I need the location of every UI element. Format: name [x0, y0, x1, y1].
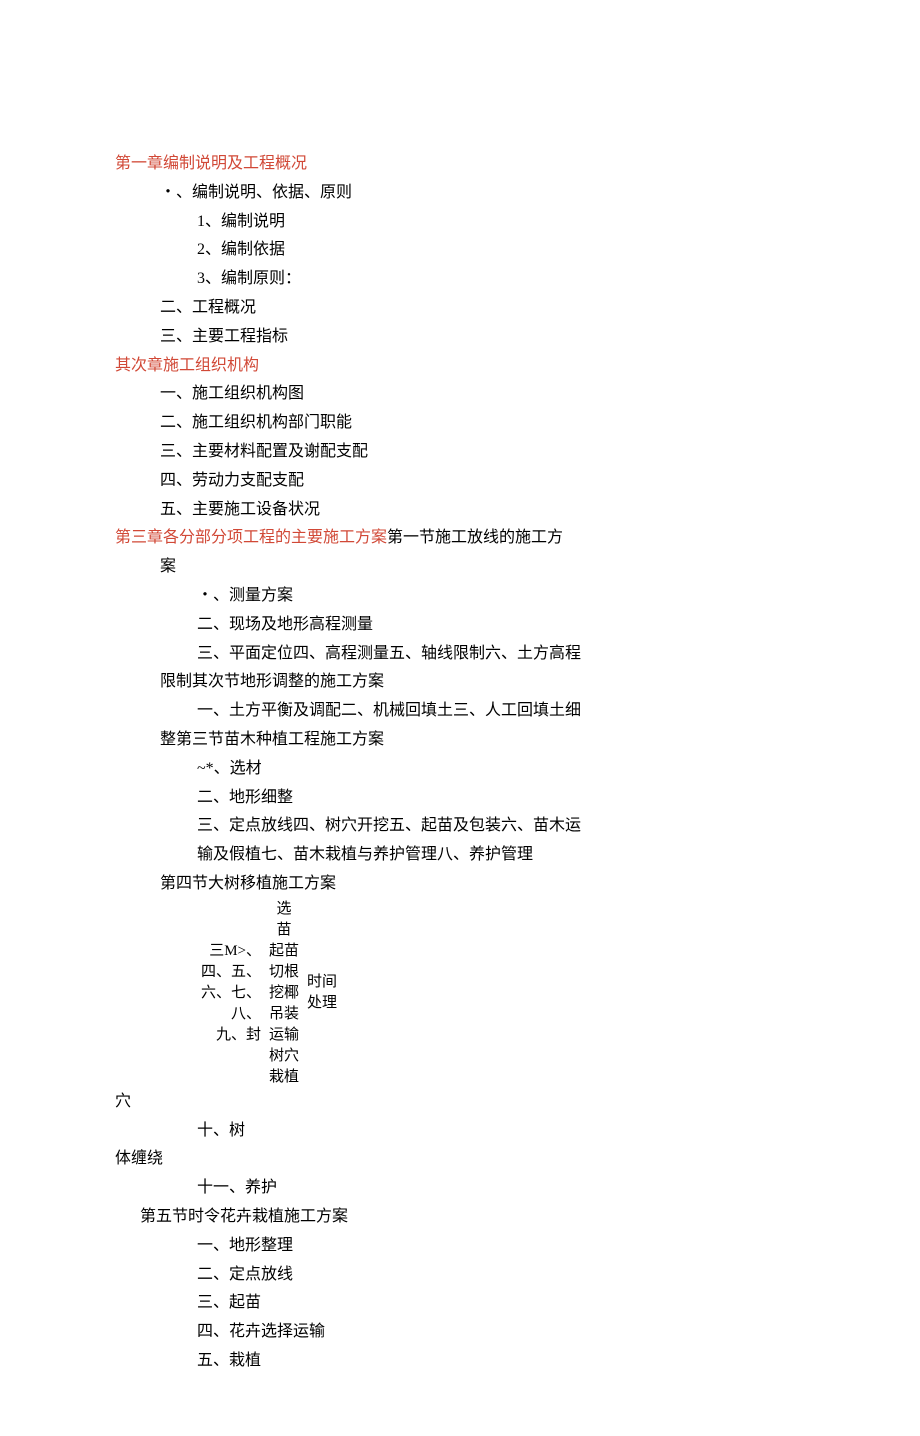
chapter-3-heading-red: 第三章各分部分项工程的主要施工方案: [115, 529, 387, 546]
ch1-item-3: 三、主要工程指标: [160, 323, 805, 352]
chapter-2-heading: 其次章施工组织机构: [115, 352, 805, 381]
ch1-item-2: 二、工程概况: [160, 294, 805, 323]
table-col-3: 时间 处理: [303, 899, 341, 1088]
ch3-s4-item-11: 十一、养护: [197, 1174, 805, 1203]
ch3-s5-item-2: 二、定点放线: [197, 1261, 805, 1290]
chapter-3-heading-line2: 案: [160, 553, 805, 582]
ch3-s5-item-5: 五、栽植: [197, 1347, 805, 1376]
ch1-sub-2: 2、编制依据: [197, 236, 805, 265]
ch3-s5-item-3: 三、起苗: [197, 1289, 805, 1318]
ch3-s3-item-2: 二、地形细整: [197, 784, 805, 813]
table-cell: 九、封: [201, 1025, 261, 1046]
ch3-s2-item-1b: 整第三节苗木种植工程施工方案: [160, 726, 805, 755]
ch3-s1-item-2: 二、现场及地形高程测量: [197, 611, 805, 640]
ch1-sub-1: 1、编制说明: [197, 208, 805, 237]
ch3-s1-item-1: ・、测量方案: [197, 582, 805, 611]
ch3-s3-item-3b: 输及假植七、苗木栽植与养护管理八、养护管理: [197, 841, 805, 870]
ch2-item-4: 四、劳动力支配支配: [160, 467, 805, 496]
table-cell: 树穴: [269, 1046, 299, 1067]
ch1-item-1: ・、编制说明、依据、原则: [160, 179, 805, 208]
table-col-2: 选 苗 起苗 切根 挖椰 吊装 运输 树穴 栽植: [265, 899, 303, 1088]
table-cell: 处理: [307, 993, 337, 1014]
chapter-3-heading: 第三章各分部分项工程的主要施工方案第一节施工放线的施工方: [115, 524, 805, 553]
table-cell: 挖椰: [269, 983, 299, 1004]
ch3-s4-table: 三M>、 四、五、 六、七、 八、 九、封 选 苗 起苗 切根 挖椰 吊装 运输…: [197, 899, 805, 1088]
ch3-s5-item-4: 四、花卉选择运输: [197, 1318, 805, 1347]
ch3-s4-xue: 穴: [115, 1088, 805, 1117]
ch3-s4-item-10: 十、树: [197, 1117, 805, 1146]
ch3-section-4-heading: 第四节大树移植施工方案: [160, 870, 805, 899]
ch2-item-5: 五、主要施工设备状况: [160, 496, 805, 525]
ch1-sub-3: 3、编制原则：: [197, 265, 805, 294]
ch2-item-1: 一、施工组织机构图: [160, 380, 805, 409]
table-cell: 苗: [269, 920, 299, 941]
table-col-1: 三M>、 四、五、 六、七、 八、 九、封: [197, 899, 265, 1088]
ch3-s4-ti: 体缠绕: [115, 1145, 805, 1174]
ch3-s3-item-3: 三、定点放线四、树穴开挖五、起苗及包装六、苗木运: [197, 812, 805, 841]
ch3-s1-item-3b: 限制其次节地形调整的施工方案: [160, 668, 805, 697]
table-cell: 栽植: [269, 1067, 299, 1088]
table-cell: 六、七、: [201, 983, 261, 1004]
table-cell: 切根: [269, 962, 299, 983]
table-cell: 八、: [201, 1004, 261, 1025]
ch3-section-5-heading: 第五节时令花卉栽植施工方案: [140, 1203, 805, 1232]
chapter-1-heading: 第一章编制说明及工程概况: [115, 150, 805, 179]
ch3-s2-item-1: 一、土方平衡及调配二、机械回填土三、人工回填土细: [197, 697, 805, 726]
ch2-item-3: 三、主要材料配置及谢配支配: [160, 438, 805, 467]
table-cell: 起苗: [269, 941, 299, 962]
table-cell: 运输: [269, 1025, 299, 1046]
table-cell: 选: [269, 899, 299, 920]
chapter-3-heading-black: 第一节施工放线的施工方: [387, 529, 563, 546]
ch3-s1-item-3: 三、平面定位四、高程测量五、轴线限制六、土方高程: [197, 640, 805, 669]
ch3-s5-item-1: 一、地形整理: [197, 1232, 805, 1261]
table-cell: 吊装: [269, 1004, 299, 1025]
table-cell: 四、五、: [201, 962, 261, 983]
table-cell: 时间: [307, 972, 337, 993]
ch2-item-2: 二、施工组织机构部门职能: [160, 409, 805, 438]
table-cell: 三M>、: [201, 941, 261, 962]
ch3-s3-item-1: ~*、选材: [197, 755, 805, 784]
